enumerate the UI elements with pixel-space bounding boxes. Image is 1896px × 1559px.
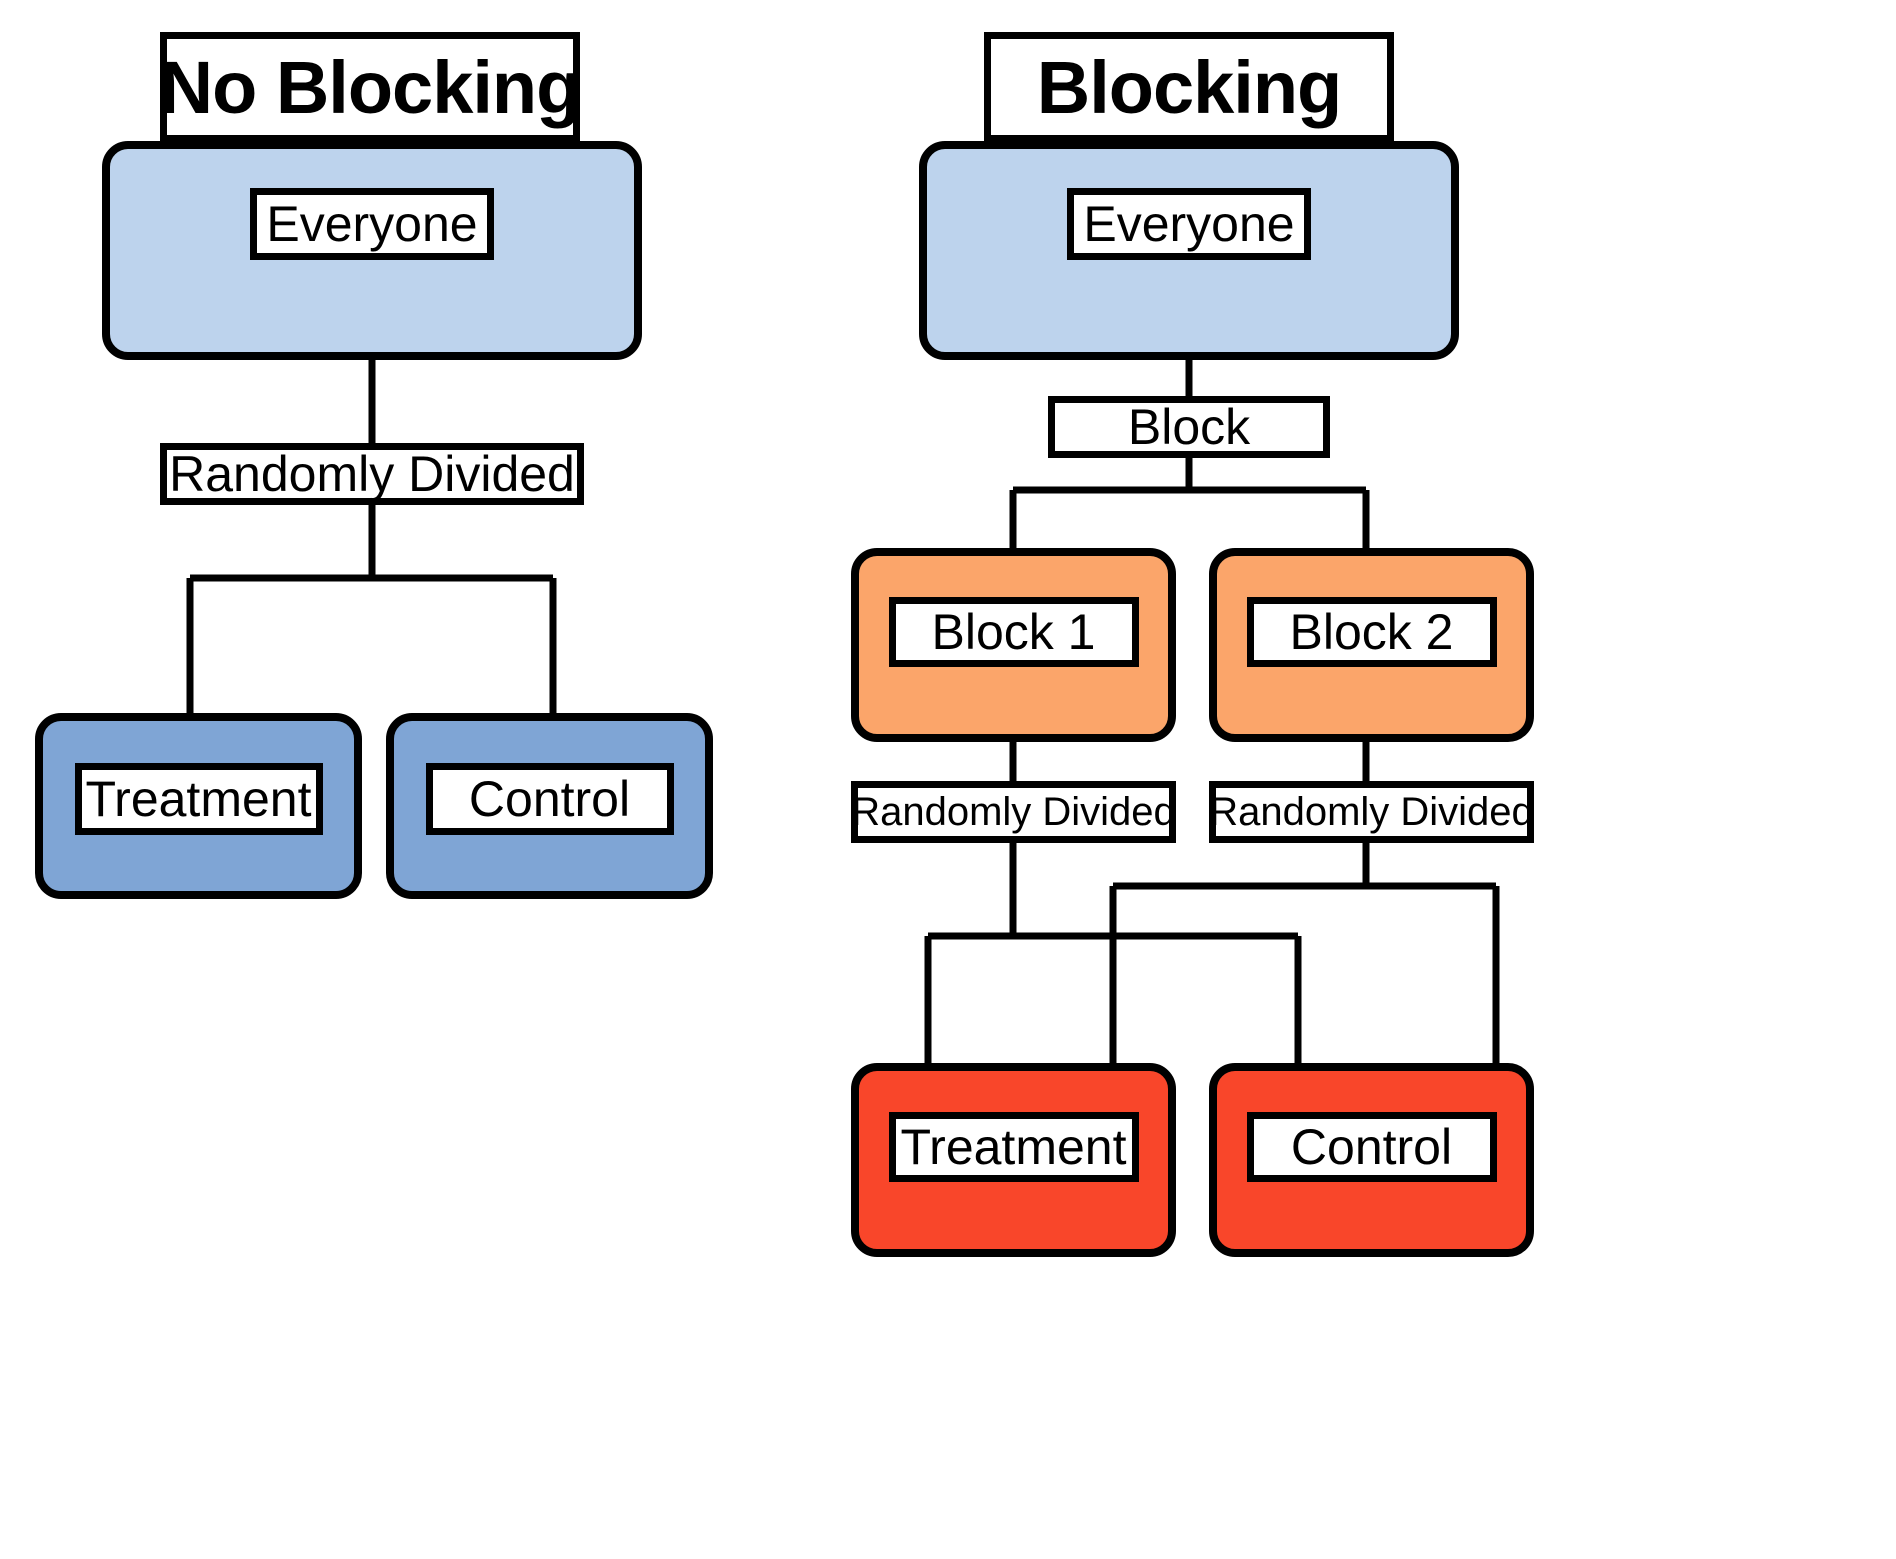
node-block-2-label: Block 2 <box>1246 597 1497 667</box>
panel-title-blocking: Blocking <box>984 32 1394 142</box>
node-block-1[interactable]: Block 1 <box>851 548 1176 742</box>
node-block-1-label: Block 1 <box>888 597 1139 667</box>
node-everyone-label: Everyone <box>250 188 494 260</box>
panel-title-no-blocking: No Blocking <box>160 32 581 142</box>
node-treatment-blocking[interactable]: Treatment <box>851 1063 1176 1257</box>
node-control-label: Control <box>425 763 674 835</box>
node-everyone-label: Everyone <box>1067 188 1311 260</box>
node-control-blocking[interactable]: Control <box>1209 1063 1534 1257</box>
node-block[interactable]: Block <box>1048 396 1330 458</box>
node-randomly-divided-block-1[interactable]: Randomly Divided <box>851 781 1176 843</box>
node-treatment-label: Treatment <box>888 1112 1139 1182</box>
diagram-canvas: No Blocking Everyone Randomly Divided Tr… <box>0 0 1896 1559</box>
node-everyone-blocking[interactable]: Everyone <box>919 141 1459 360</box>
node-randomly-divided-block-2[interactable]: Randomly Divided <box>1209 781 1534 843</box>
node-treatment-label: Treatment <box>74 763 323 835</box>
node-block-2[interactable]: Block 2 <box>1209 548 1534 742</box>
node-treatment-no-blocking[interactable]: Treatment <box>35 713 362 899</box>
node-everyone-no-blocking[interactable]: Everyone <box>102 141 642 360</box>
node-control-label: Control <box>1246 1112 1497 1182</box>
node-randomly-divided-no-blocking[interactable]: Randomly Divided <box>160 443 584 505</box>
node-control-no-blocking[interactable]: Control <box>386 713 713 899</box>
